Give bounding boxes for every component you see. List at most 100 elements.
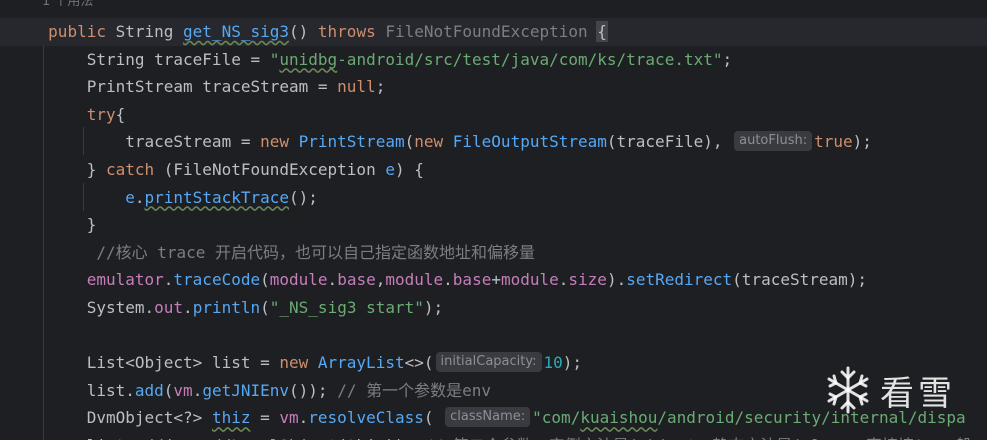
code-line[interactable]: System.out.println("_NS_sig3 start"); — [0, 294, 987, 322]
code-line[interactable]: try{ — [0, 101, 987, 129]
code-token: (traceStream); — [732, 270, 868, 290]
code-line[interactable]: traceStream = new PrintStream(new FileOu… — [0, 128, 987, 156]
code-line[interactable]: list.add(vm.addLocalObject(thiz)); // 第二… — [0, 432, 987, 440]
code-token: . — [443, 270, 453, 290]
code-token: addLocalObject — [202, 436, 337, 440]
code-token: traceStream = — [48, 132, 261, 152]
code-line[interactable]: String traceFile = "unidbg-android/src/t… — [0, 46, 987, 74]
code-token: try — [86, 104, 116, 124]
code-token: kuaishou — [580, 408, 658, 428]
code-token: thiz — [211, 408, 251, 428]
code-token: ( — [260, 270, 270, 290]
usages-hint[interactable]: 1 个用法 — [42, 0, 93, 10]
code-line[interactable]: } — [0, 211, 987, 239]
code-token: ()); — [289, 380, 338, 400]
code-token: 10 — [543, 353, 563, 373]
code-line[interactable]: e.printStackTrace(); — [0, 184, 987, 212]
code-token: list. — [48, 436, 135, 440]
code-token: } — [48, 215, 97, 235]
code-token: ( — [423, 408, 444, 428]
code-token: ). — [606, 270, 627, 290]
code-token: null — [337, 77, 376, 97]
code-line[interactable]: } catch (FileNotFoundException e) { — [0, 156, 987, 184]
code-token: . — [163, 270, 174, 290]
code-token: FileOutputStream — [452, 132, 607, 152]
code-token: { — [596, 21, 608, 42]
code-token: base — [337, 270, 376, 290]
code-token: getJNIEnv — [202, 380, 290, 400]
snowflake-icon — [827, 366, 869, 414]
code-token: new — [279, 353, 318, 373]
code-token: setRedirect — [626, 270, 733, 290]
code-token: (FileNotFoundException — [154, 160, 386, 179]
code-token: " — [269, 49, 280, 69]
code-line[interactable]: PrintStream traceStream = null; — [0, 73, 987, 101]
code-token: traceCode — [173, 270, 261, 290]
code-line[interactable] — [0, 322, 987, 350]
code-token: "com/ — [532, 408, 581, 428]
code-token: ( — [260, 298, 270, 317]
code-token: String — [105, 22, 184, 41]
code-line[interactable]: public String get_NS_sig3() throws FileN… — [0, 18, 987, 46]
watermark-text: 看雪 — [880, 374, 956, 414]
code-token: . — [134, 187, 145, 207]
code-token: = — [250, 408, 280, 428]
kanxue-watermark: 看雪 — [822, 362, 982, 422]
code-token: list. — [48, 380, 135, 400]
code-line[interactable]: emulator.traceCode(module.base,module.ba… — [0, 266, 987, 294]
code-token: DvmObject<?> — [48, 408, 212, 428]
code-token: FileNotFoundException — [375, 22, 598, 41]
code-token: module — [269, 270, 328, 290]
code-token: true — [814, 132, 853, 152]
code-token: emulator — [86, 270, 164, 290]
code-line[interactable]: //核心 trace 开启代码，也可以自己指定函数地址和偏移量 — [0, 239, 987, 267]
code-token: List<Object> list = — [48, 353, 280, 373]
code-token: () — [289, 22, 318, 41]
code-token: System. — [48, 298, 155, 317]
code-token: printStackTrace — [144, 187, 290, 207]
parameter-hint: initialCapacity: — [435, 351, 542, 372]
code-token: . — [192, 380, 203, 400]
code-token: ); — [562, 353, 583, 373]
code-token: "_NS_sig3 start" — [269, 298, 424, 317]
code-token: ArrayList — [317, 353, 405, 373]
code-token: ( — [164, 436, 174, 440]
code-token: module — [500, 270, 559, 290]
code-token: add — [135, 436, 164, 440]
code-token: -android/src/test/java/com/ks/trace.txt" — [337, 49, 723, 69]
code-token: <>( — [404, 353, 434, 373]
code-token: . — [183, 298, 193, 317]
code-token: new — [260, 132, 299, 152]
code-token: vm — [173, 436, 192, 440]
code-token: module — [385, 270, 444, 290]
parameter-hint: autoFlush: — [734, 130, 813, 151]
code-token: (traceFile), — [606, 132, 733, 152]
code-token: ; — [722, 49, 733, 69]
code-token: ( — [404, 132, 415, 152]
code-token: add — [134, 380, 164, 400]
code-token: } — [48, 160, 106, 179]
code-token: get_NS_sig3 — [183, 22, 289, 41]
code-token: ; — [375, 77, 386, 97]
parameter-hint: className: — [445, 406, 531, 427]
code-token: vm — [279, 408, 299, 428]
code-token: ) { — [394, 160, 424, 179]
code-token: . — [298, 408, 309, 428]
code-token: //核心 trace 开启代码，也可以自己指定函数地址和偏移量 — [48, 242, 536, 262]
